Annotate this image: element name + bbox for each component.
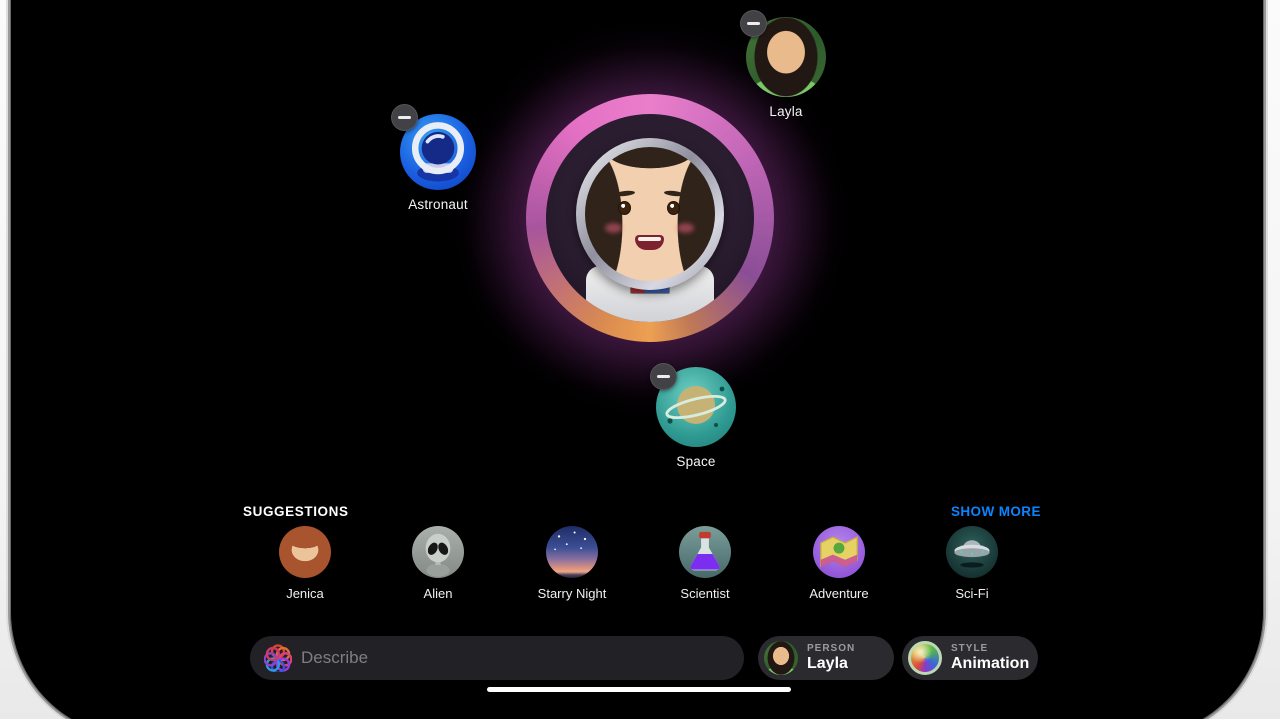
map-icon (813, 526, 865, 578)
suggestion-alien[interactable]: Alien (378, 526, 498, 601)
astronaut-helmet (576, 138, 724, 290)
person-pill[interactable]: PERSON Layla (758, 636, 894, 680)
animation-style-sphere-icon (908, 641, 942, 675)
starry-night-thumbnail (546, 526, 598, 578)
describe-field[interactable] (250, 636, 744, 680)
person-value: Layla (807, 655, 855, 673)
remove-astronaut-button[interactable] (391, 104, 418, 131)
suggestion-label: Jenica (245, 586, 365, 601)
suggestion-jenica[interactable]: Jenica (245, 526, 365, 601)
person-avatar (764, 641, 798, 675)
suggestion-label: Alien (378, 586, 498, 601)
alien-icon (412, 526, 464, 578)
suggestion-scifi[interactable]: Sci-Fi (912, 526, 1032, 601)
style-value: Animation (951, 655, 1029, 673)
scifi-thumbnail (946, 526, 998, 578)
avatar-face (585, 147, 715, 281)
minus-icon (398, 116, 411, 119)
home-indicator[interactable] (487, 687, 791, 692)
suggestion-starry-night[interactable]: Starry Night (512, 526, 632, 601)
suggestions-header: SUGGESTIONS (243, 504, 349, 519)
stars-icon (546, 526, 598, 578)
ufo-icon (946, 526, 998, 578)
alien-thumbnail (412, 526, 464, 578)
adventure-thumbnail (813, 526, 865, 578)
suggestion-label: Scientist (645, 586, 765, 601)
concept-label-layla: Layla (726, 104, 846, 119)
suggestion-label: Starry Night (512, 586, 632, 601)
suggestion-adventure[interactable]: Adventure (779, 526, 899, 601)
generated-avatar-image (546, 114, 754, 322)
show-more-link[interactable]: SHOW MORE (951, 504, 1051, 519)
describe-input[interactable] (301, 648, 730, 668)
jenica-photo-thumbnail (279, 526, 331, 578)
suggestion-label: Adventure (779, 586, 899, 601)
concept-label-astronaut: Astronaut (378, 197, 498, 212)
minus-icon (747, 22, 760, 25)
image-playground-icon (264, 644, 292, 672)
ipad-bezel: Layla Astronaut (8, 0, 1266, 719)
suggestion-scientist[interactable]: Scientist (645, 526, 765, 601)
flask-icon (679, 526, 731, 578)
scientist-thumbnail (679, 526, 731, 578)
style-kicker: STYLE (951, 643, 1029, 654)
remove-layla-button[interactable] (740, 10, 767, 37)
concept-label-space: Space (636, 454, 756, 469)
remove-space-button[interactable] (650, 363, 677, 390)
image-playground-canvas: Layla Astronaut (8, 2, 1266, 719)
style-pill[interactable]: STYLE Animation (902, 636, 1038, 680)
suggestion-label: Sci-Fi (912, 586, 1032, 601)
generated-image-preview[interactable] (526, 94, 774, 342)
minus-icon (657, 375, 670, 378)
person-kicker: PERSON (807, 643, 855, 654)
